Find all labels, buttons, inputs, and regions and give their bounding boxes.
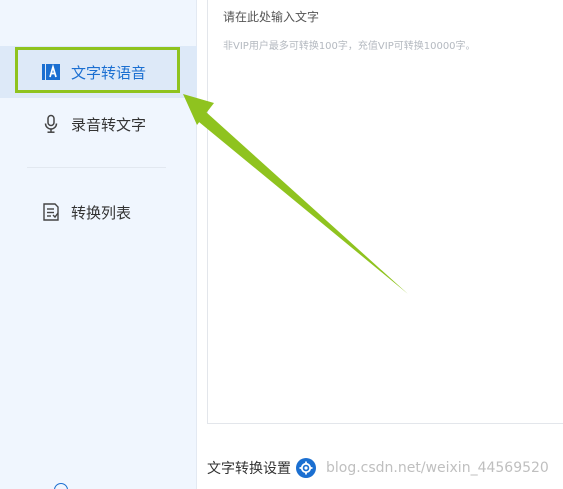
help-icon[interactable] xyxy=(54,483,68,489)
sidebar-item-label: 文字转语音 xyxy=(71,63,147,82)
sidebar-item-speech-to-text[interactable]: 录音转文字 xyxy=(0,98,197,150)
text-input-panel[interactable]: 请在此处输入文字 非VIP用户最多可转换100字，充值VIP可转换10000字。 xyxy=(207,0,563,424)
app-window: 文字转语音 录音转文字 转换列表 请在此处输入文字 非VIP用户最多可转换100… xyxy=(0,0,563,489)
sidebar-item-label: 转换列表 xyxy=(71,203,132,222)
sidebar-divider xyxy=(27,167,166,168)
conversion-settings[interactable]: 文字转换设置 xyxy=(207,458,316,478)
sidebar-item-conversion-list[interactable]: 转换列表 xyxy=(0,186,197,238)
list-document-icon xyxy=(41,202,61,222)
character-limit-hint: 非VIP用户最多可转换100字，充值VIP可转换10000字。 xyxy=(223,41,476,52)
microphone-icon xyxy=(41,114,61,134)
text-a-icon xyxy=(41,62,61,82)
settings-label: 文字转换设置 xyxy=(207,461,291,477)
gear-icon[interactable] xyxy=(296,458,316,478)
text-input-placeholder[interactable]: 请在此处输入文字 xyxy=(223,8,553,25)
watermark: blog.csdn.net/weixin_44569520 xyxy=(326,460,549,476)
sidebar-item-label: 录音转文字 xyxy=(71,115,147,134)
sidebar: 文字转语音 录音转文字 转换列表 xyxy=(0,0,197,489)
sidebar-item-text-to-speech[interactable]: 文字转语音 xyxy=(0,46,197,98)
